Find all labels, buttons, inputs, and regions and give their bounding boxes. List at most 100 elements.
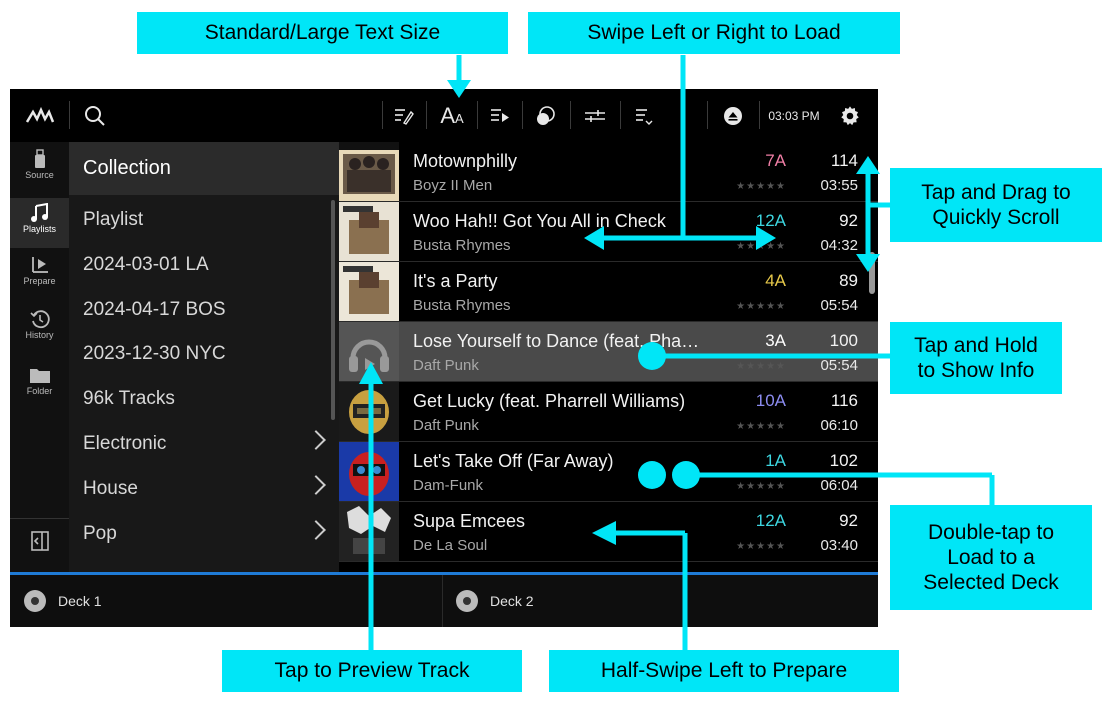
sidebar-item-prepare[interactable]: Prepare	[10, 254, 69, 306]
deck-label: Deck 1	[58, 593, 102, 609]
track-rating[interactable]: ★★★★★	[736, 421, 786, 432]
track-row[interactable]: It's a Party Busta Rhymes 4A ★★★★★ 89 05…	[339, 262, 878, 322]
playlist-item-label: House	[83, 478, 138, 499]
track-duration: 06:10	[820, 417, 858, 434]
playlist-item[interactable]: 2023-12-30 NYC	[69, 332, 339, 376]
text-size-icon[interactable]: AA	[430, 89, 474, 142]
music-note-icon	[10, 202, 69, 224]
callout-text-size: Standard/Large Text Size	[137, 12, 508, 54]
track-row-selected[interactable]: Lose Yourself to Dance (feat. Pha… Daft …	[339, 322, 878, 382]
circles-icon[interactable]	[526, 89, 566, 142]
playlist-item[interactable]: 96k Tracks	[69, 377, 339, 421]
track-list: Motownphilly Boyz II Men 7A ★★★★★ 114 03…	[339, 142, 878, 572]
track-artist: Busta Rhymes	[413, 297, 511, 314]
track-row[interactable]: Supa Emcees De La Soul 12A ★★★★★ 92 03:4…	[339, 502, 878, 562]
sidebar-item-source[interactable]: Source	[10, 148, 69, 196]
playlist-item[interactable]: Playlist	[69, 198, 339, 242]
track-title: It's a Party	[413, 271, 498, 291]
track-rating[interactable]: ★★★★★	[736, 481, 786, 492]
track-bpm: 114	[830, 151, 858, 170]
deck-bar: Deck 1 Deck 2	[10, 572, 878, 627]
collapse-panel-button[interactable]	[10, 530, 69, 560]
track-title: Get Lucky (feat. Pharrell Williams)	[413, 391, 686, 411]
gear-icon[interactable]	[830, 89, 870, 142]
history-icon	[10, 308, 69, 330]
track-rating[interactable]: ★★★★★	[736, 541, 786, 552]
callout-swipe-load: Swipe Left or Right to Load	[528, 12, 900, 54]
track-bpm: 89	[839, 271, 858, 290]
playlist-panel: Collection Playlist 2024-03-01 LA 2024-0…	[69, 142, 339, 572]
playlist-item[interactable]: Collection	[69, 142, 339, 195]
list-filter-icon[interactable]	[624, 89, 664, 142]
playlist-item[interactable]: 2024-03-01 LA	[69, 243, 339, 287]
deck-disc-icon	[456, 590, 478, 612]
playlist-play-icon[interactable]	[481, 89, 519, 142]
track-artist: De La Soul	[413, 537, 488, 554]
track-rating[interactable]: ★★★★★	[736, 181, 786, 192]
logo-icon[interactable]	[10, 89, 69, 142]
deck-2-button[interactable]: Deck 2	[456, 575, 856, 627]
search-icon[interactable]	[75, 89, 115, 142]
eject-icon[interactable]	[711, 89, 755, 142]
playlist-item[interactable]: 2024-04-17 BOS	[69, 288, 339, 332]
chevron-right-icon	[306, 430, 326, 450]
top-bar: AA 03:03 PM	[10, 89, 878, 142]
sidebar-item-label: Source	[25, 170, 54, 180]
track-key: 10A	[755, 391, 786, 410]
usb-drive-icon	[10, 148, 69, 170]
playlist-folder-house[interactable]: House	[69, 467, 339, 511]
track-title: Supa Emcees	[413, 511, 526, 531]
track-rating[interactable]: ★★★★★	[736, 241, 786, 252]
track-duration: 04:32	[820, 237, 858, 254]
album-art[interactable]	[339, 202, 399, 261]
track-artist: Busta Rhymes	[413, 237, 511, 254]
deck-label: Deck 2	[490, 593, 534, 609]
track-duration: 06:04	[820, 477, 858, 494]
sliders-icon[interactable]	[574, 89, 616, 142]
track-row[interactable]: Motownphilly Boyz II Men 7A ★★★★★ 114 03…	[339, 142, 878, 202]
playlist-item-label: 2023-12-30 NYC	[83, 343, 226, 364]
prepare-icon	[10, 254, 69, 276]
collapse-panel-icon	[10, 530, 69, 552]
sidebar-item-label: History	[25, 330, 54, 340]
sidebar-item-label: Folder	[26, 386, 53, 396]
sidebar-item-history[interactable]: History	[10, 308, 69, 360]
playlist-item-label: Playlist	[83, 209, 144, 230]
album-art[interactable]	[339, 262, 399, 321]
track-artist: Daft Punk	[413, 357, 479, 374]
track-key: 7A	[765, 151, 786, 170]
track-bpm: 92	[839, 511, 858, 530]
track-row[interactable]: Get Lucky (feat. Pharrell Williams) Daft…	[339, 382, 878, 442]
track-title: Motownphilly	[413, 151, 518, 171]
track-rating[interactable]: ★★★★★	[736, 361, 786, 372]
callout-tap-hold: Tap and Hold to Show Info	[890, 322, 1062, 394]
track-key: 4A	[765, 271, 786, 290]
track-title: Let's Take Off (Far Away)	[413, 451, 614, 471]
track-artist: Dam-Funk	[413, 477, 484, 494]
album-art[interactable]	[339, 502, 399, 561]
album-art[interactable]	[339, 142, 399, 201]
chevron-right-icon	[306, 475, 326, 495]
track-key: 1A	[765, 451, 786, 470]
playlist-item-label: 2024-03-01 LA	[83, 254, 209, 275]
sidebar-item-playlists[interactable]: Playlists	[10, 198, 69, 248]
album-art[interactable]	[339, 322, 399, 381]
playlist-item-label: Pop	[83, 523, 117, 544]
playlist-scrollbar[interactable]	[331, 200, 335, 420]
callout-half-swipe: Half-Swipe Left to Prepare	[549, 650, 899, 692]
track-rating[interactable]: ★★★★★	[736, 301, 786, 312]
track-key: 3A	[765, 331, 786, 350]
track-duration: 05:54	[820, 357, 858, 374]
track-row[interactable]: Woo Hah!! Got You All in Check Busta Rhy…	[339, 202, 878, 262]
sidebar-item-folder[interactable]: Folder	[10, 364, 69, 414]
edit-list-icon[interactable]	[386, 89, 422, 142]
album-art[interactable]	[339, 382, 399, 441]
playlist-item-label: Collection	[83, 157, 171, 179]
album-art[interactable]	[339, 442, 399, 501]
track-row[interactable]: Let's Take Off (Far Away) Dam-Funk 1A ★★…	[339, 442, 878, 502]
track-list-scrollbar[interactable]	[869, 252, 875, 294]
deck-1-button[interactable]: Deck 1	[24, 575, 424, 627]
playlist-folder-pop[interactable]: Pop	[69, 512, 339, 556]
sidebar-item-label: Prepare	[23, 276, 56, 286]
playlist-folder-electronic[interactable]: Electronic	[69, 422, 339, 466]
